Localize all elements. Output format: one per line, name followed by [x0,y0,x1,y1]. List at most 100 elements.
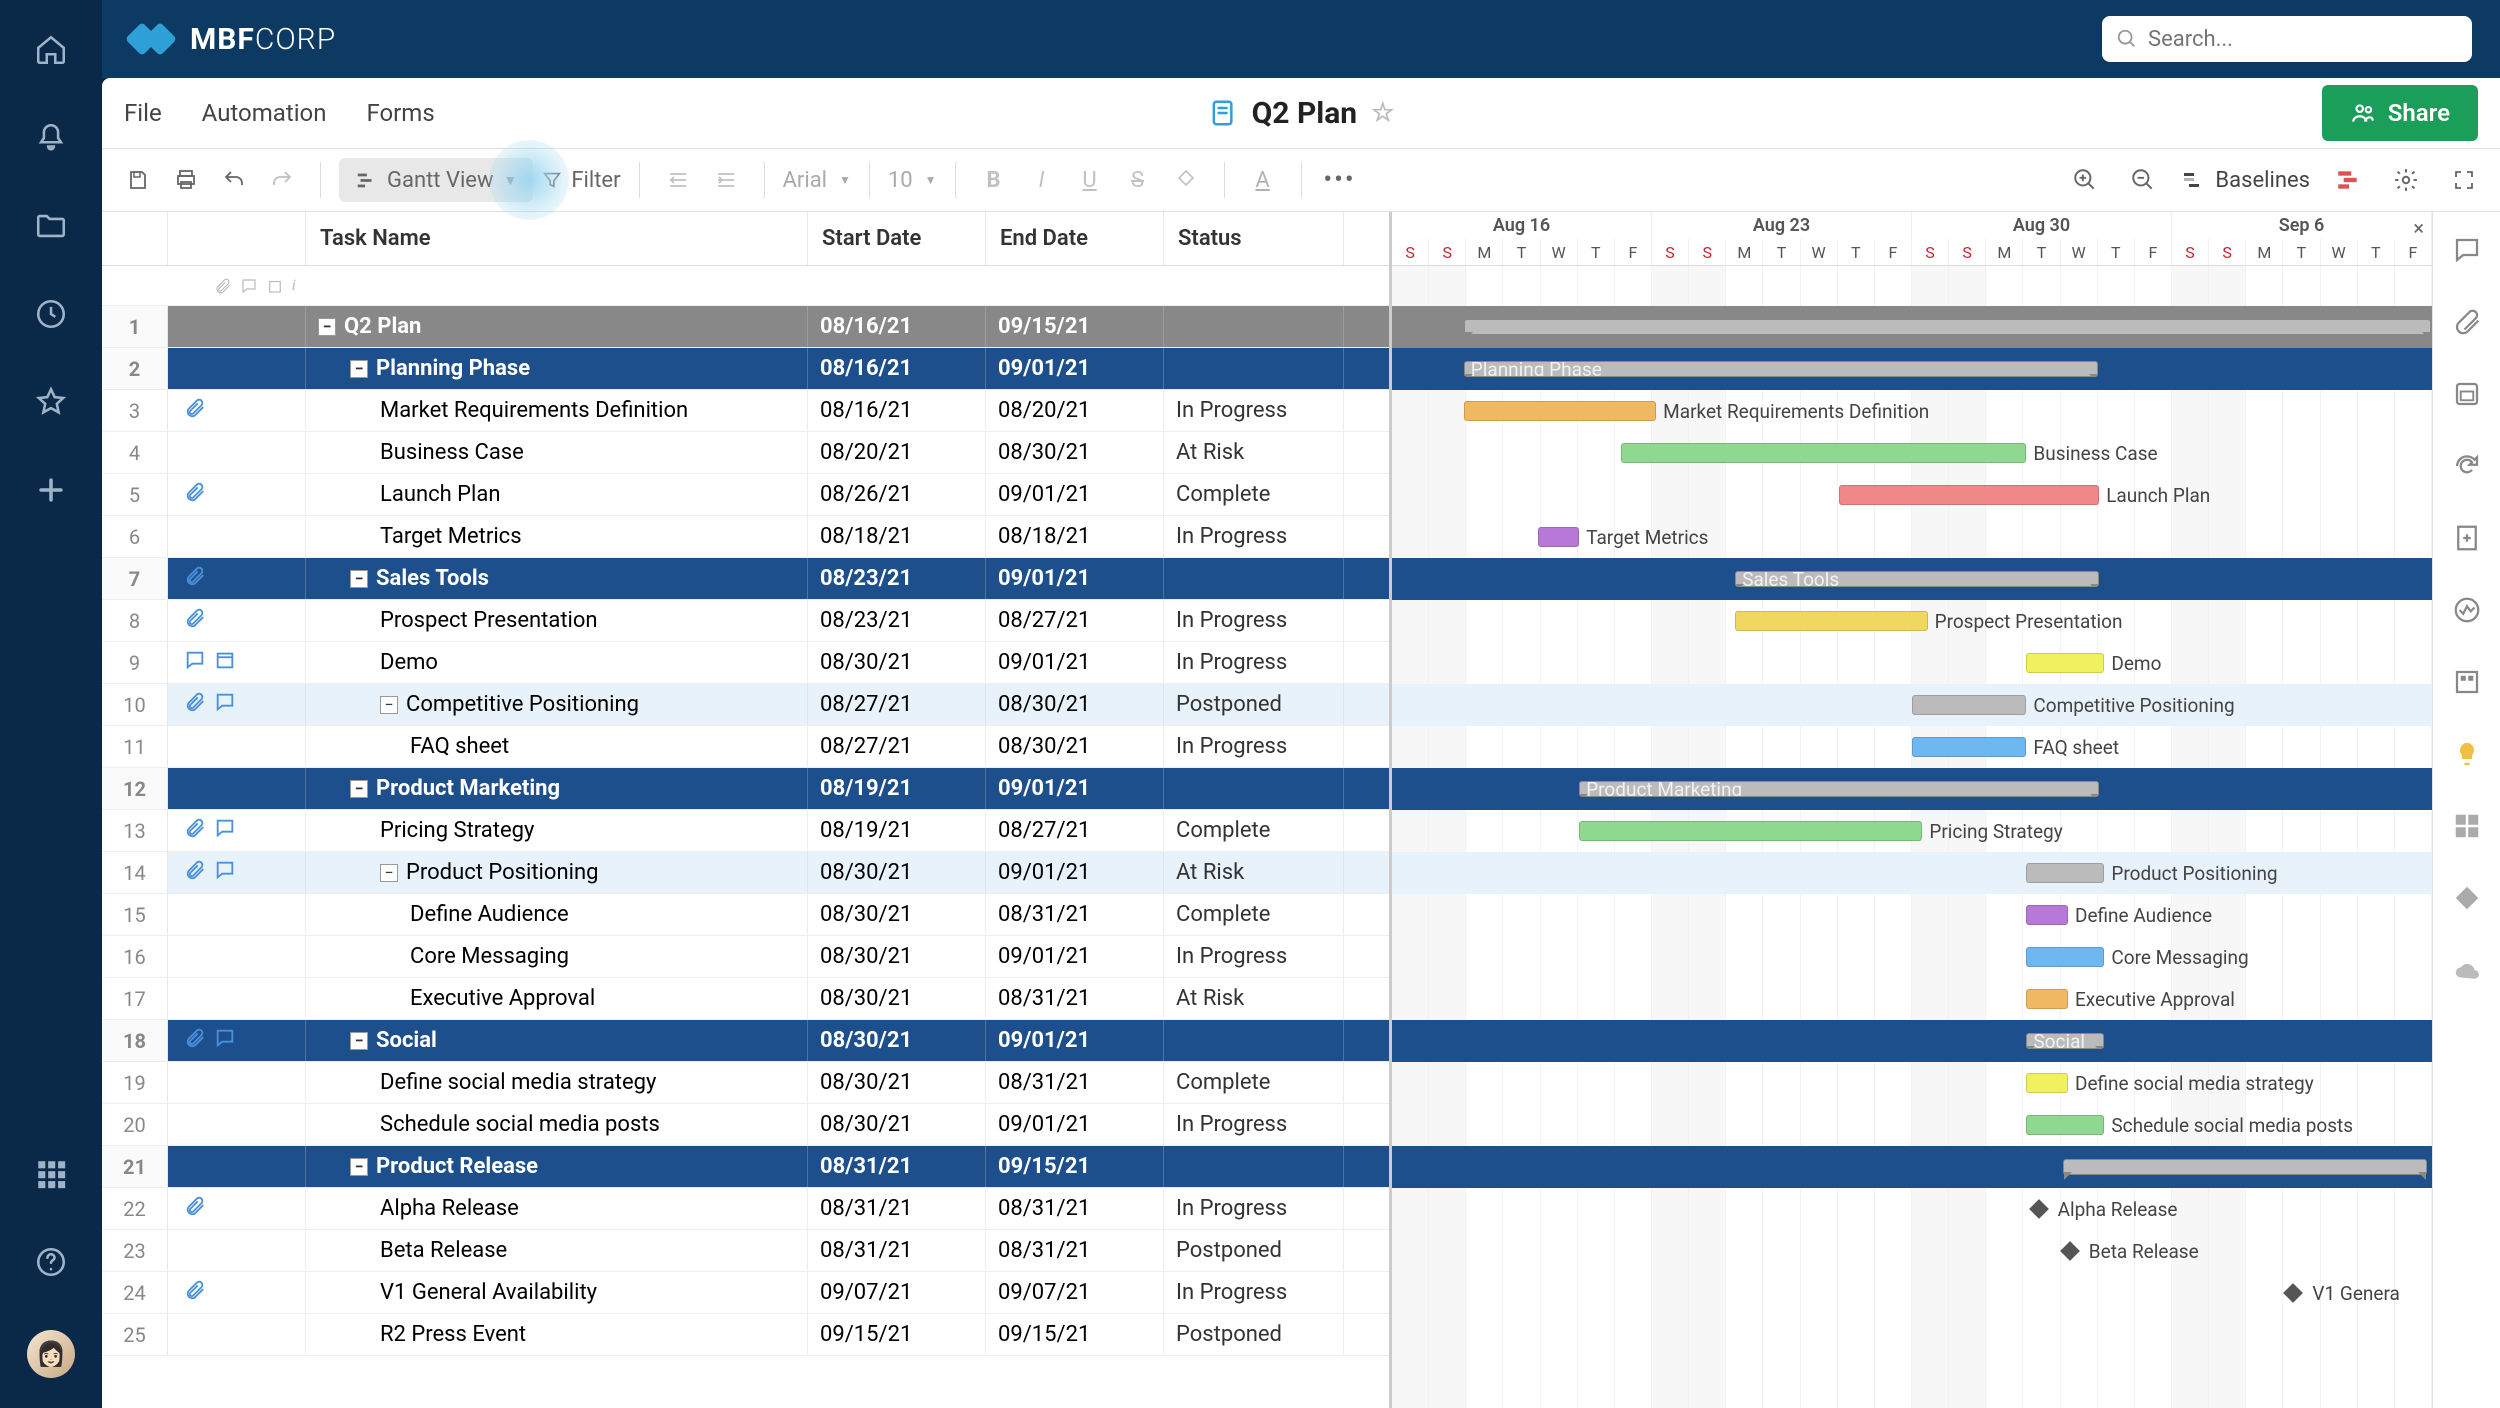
gantt-bar[interactable]: Define social media strategy [2026,1073,2068,1093]
critical-path-icon[interactable] [2328,160,2368,200]
row-number[interactable]: 11 [102,726,168,767]
idea-icon[interactable] [2449,736,2485,772]
table-row[interactable]: 4Business Case08/20/2108/30/21At Risk [102,432,1389,474]
clock-icon[interactable] [31,294,71,334]
collapse-icon[interactable]: − [350,780,368,798]
task-cell[interactable]: −Product Positioning [306,852,808,893]
end-date-cell[interactable]: 08/31/21 [986,978,1164,1019]
start-date-cell[interactable]: 08/30/21 [808,852,986,893]
col-task[interactable]: Task Name [306,212,808,265]
table-row[interactable]: 7−Sales Tools08/23/2109/01/21 [102,558,1389,600]
fill-color-icon[interactable] [1166,160,1206,200]
font-selector[interactable]: Arial▼ [783,168,851,193]
start-date-cell[interactable]: 08/30/21 [808,894,986,935]
task-cell[interactable]: Schedule social media posts [306,1104,808,1145]
task-cell[interactable]: −Q2 Plan [306,306,808,347]
search-input[interactable] [2148,27,2458,52]
start-date-cell[interactable]: 08/31/21 [808,1230,986,1271]
collapse-icon[interactable]: − [380,696,398,714]
attachments-panel-icon[interactable] [2449,304,2485,340]
row-number[interactable]: 22 [102,1188,168,1229]
gantt-bar[interactable]: Market Requirements Definition [1464,401,1656,421]
collapse-icon[interactable]: − [350,570,368,588]
table-row[interactable]: 2−Planning Phase08/16/2109/01/21 [102,348,1389,390]
status-cell[interactable]: In Progress [1164,390,1344,431]
baselines-button[interactable]: Baselines [2181,168,2310,193]
text-color-icon[interactable]: A [1243,160,1283,200]
search-wrap[interactable] [2102,16,2472,62]
row-number[interactable]: 5 [102,474,168,515]
collapse-icon[interactable]: − [350,360,368,378]
row-number[interactable]: 3 [102,390,168,431]
status-cell[interactable] [1164,558,1344,599]
folder-icon[interactable] [31,206,71,246]
gantt-bar[interactable]: Sales Tools [1735,571,2099,587]
end-date-cell[interactable]: 09/15/21 [986,1314,1164,1355]
row-number[interactable]: 13 [102,810,168,851]
status-cell[interactable]: At Risk [1164,852,1344,893]
end-date-cell[interactable]: 08/31/21 [986,894,1164,935]
favorite-star-icon[interactable]: ☆ [1371,98,1394,128]
row-number[interactable]: 15 [102,894,168,935]
end-date-cell[interactable]: 09/01/21 [986,1104,1164,1145]
task-cell[interactable]: Core Messaging [306,936,808,977]
end-date-cell[interactable]: 09/07/21 [986,1272,1164,1313]
end-date-cell[interactable]: 09/15/21 [986,306,1164,347]
share-button[interactable]: Share [2322,85,2478,141]
table-row[interactable]: 19Define social media strategy08/30/2108… [102,1062,1389,1104]
clip-icon[interactable] [184,1195,206,1223]
row-number[interactable]: 8 [102,600,168,641]
status-cell[interactable]: At Risk [1164,432,1344,473]
start-date-cell[interactable]: 08/30/21 [808,1062,986,1103]
gantt-bar[interactable]: Executive Approval [2026,989,2068,1009]
end-date-cell[interactable]: 08/27/21 [986,600,1164,641]
status-cell[interactable] [1164,348,1344,389]
star-icon[interactable] [31,382,71,422]
underline-icon[interactable]: U [1070,160,1110,200]
gantt-bar[interactable] [2063,1159,2427,1175]
bold-icon[interactable]: B [974,160,1014,200]
row-number[interactable]: 23 [102,1230,168,1271]
table-row[interactable]: 13Pricing Strategy08/19/2108/27/21Comple… [102,810,1389,852]
add-doc-icon[interactable] [2449,520,2485,556]
table-row[interactable]: 1−Q2 Plan08/16/2109/15/21 [102,306,1389,348]
status-cell[interactable] [1164,1146,1344,1187]
table-row[interactable]: 8Prospect Presentation08/23/2108/27/21In… [102,600,1389,642]
home-icon[interactable] [31,30,71,70]
end-date-cell[interactable]: 09/01/21 [986,642,1164,683]
table-row[interactable]: 20 Schedule social media posts08/30/2109/… [102,1104,1389,1146]
collapse-icon[interactable]: − [350,1158,368,1176]
row-number[interactable]: 20 [102,1104,168,1145]
task-cell[interactable]: −Sales Tools [306,558,808,599]
row-number[interactable]: 16 [102,936,168,977]
task-cell[interactable]: Define Audience [306,894,808,935]
status-cell[interactable]: In Progress [1164,600,1344,641]
start-date-cell[interactable]: 08/23/21 [808,600,986,641]
avatar[interactable]: 👩🏻 [27,1330,75,1378]
start-date-cell[interactable]: 08/30/21 [808,1104,986,1145]
size-selector[interactable]: 10▼ [888,168,937,193]
end-date-cell[interactable]: 08/27/21 [986,810,1164,851]
start-date-cell[interactable]: 08/31/21 [808,1188,986,1229]
end-date-cell[interactable]: 09/01/21 [986,1020,1164,1061]
task-cell[interactable]: −Planning Phase [306,348,808,389]
status-cell[interactable]: Postponed [1164,684,1344,725]
task-cell[interactable]: Define social media strategy [306,1062,808,1103]
table-row[interactable]: 22Alpha Release08/31/2108/31/21In Progre… [102,1188,1389,1230]
status-cell[interactable]: In Progress [1164,936,1344,977]
status-cell[interactable]: Postponed [1164,1314,1344,1355]
brandfolder-icon[interactable] [2449,664,2485,700]
end-date-cell[interactable]: 09/01/21 [986,768,1164,809]
start-date-cell[interactable]: 08/23/21 [808,558,986,599]
start-date-cell[interactable]: 08/16/21 [808,306,986,347]
table-row[interactable]: 11FAQ sheet08/27/2108/30/21In Progress [102,726,1389,768]
task-cell[interactable]: Executive Approval [306,978,808,1019]
proof-panel-icon[interactable] [2449,376,2485,412]
gantt-bar[interactable]: Target Metrics [1538,527,1580,547]
gantt-bar[interactable]: Pricing Strategy [1579,821,1922,841]
start-date-cell[interactable]: 08/31/21 [808,1146,986,1187]
table-row[interactable]: 10−Competitive Positioning08/27/2108/30/… [102,684,1389,726]
task-cell[interactable]: V1 General Availability [306,1272,808,1313]
col-end[interactable]: End Date [986,212,1164,265]
task-cell[interactable]: R2 Press Event [306,1314,808,1355]
